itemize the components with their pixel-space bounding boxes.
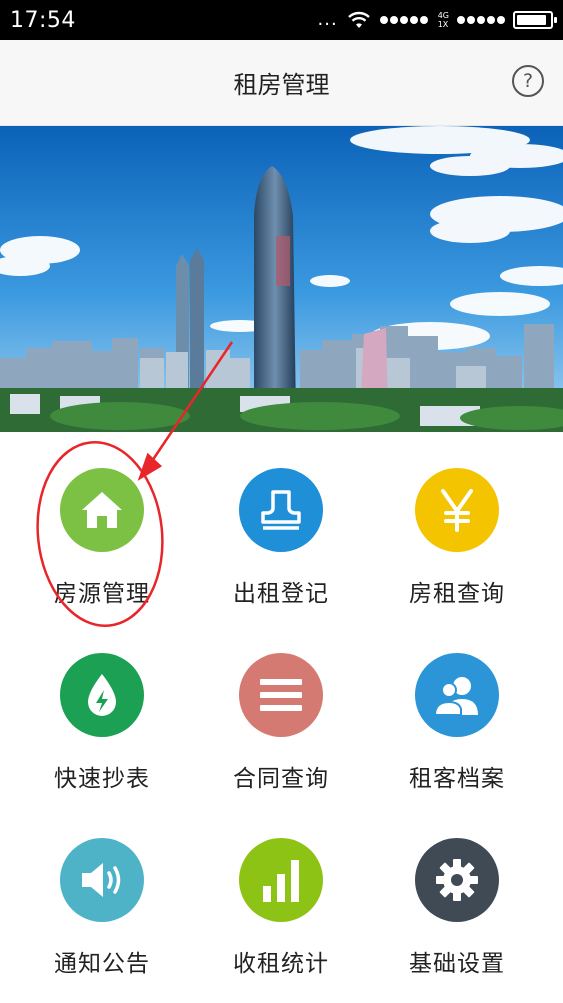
menu-item-label: 租客档案	[409, 766, 505, 792]
meter-drop-icon	[60, 653, 144, 737]
help-icon: ?	[522, 70, 534, 92]
battery-fill	[517, 15, 546, 25]
home-icon	[60, 468, 144, 552]
more-dots-icon: ...	[317, 9, 338, 30]
status-bar: 17:54 ... 4G 1X	[0, 0, 563, 40]
signal-strength-icon-2	[457, 16, 505, 24]
menu-item-label: 通知公告	[54, 951, 150, 977]
speaker-icon	[60, 838, 144, 922]
gear-icon	[415, 838, 499, 922]
menu-item-label: 收租统计	[233, 951, 329, 977]
users-icon	[415, 653, 499, 737]
battery-icon	[513, 11, 557, 29]
network-type: 4G 1X	[438, 11, 449, 29]
menu-item-basic-settings[interactable]: 基础设置	[363, 802, 551, 988]
help-button[interactable]: ?	[512, 65, 544, 97]
stamp-icon	[239, 468, 323, 552]
menu-item-label: 合同查询	[233, 766, 329, 792]
app-header: 租房管理 ?	[0, 40, 563, 126]
bar-chart-icon	[239, 838, 323, 922]
menu-item-rent-query[interactable]: 房租查询	[363, 432, 551, 618]
status-icons: ... 4G 1X	[317, 9, 557, 30]
menu-item-rent-statistics[interactable]: 收租统计	[187, 802, 375, 988]
menu-item-label: 出租登记	[233, 581, 329, 607]
banner-image	[0, 126, 563, 432]
network-1x-label: 1X	[437, 20, 449, 29]
page-title: 租房管理	[233, 71, 330, 99]
menu-item-label: 房租查询	[409, 581, 505, 607]
menu-item-label: 基础设置	[409, 951, 505, 977]
menu-item-tenant-files[interactable]: 租客档案	[363, 617, 551, 803]
menu-item-label: 房源管理	[54, 581, 150, 607]
city-skyline-image	[0, 126, 563, 432]
status-time: 17:54	[10, 7, 76, 33]
network-4g-label: 4G	[437, 11, 449, 20]
menu-item-contract-query[interactable]: 合同查询	[187, 617, 375, 803]
signal-strength-icon	[379, 16, 428, 24]
menu-item-notices[interactable]: 通知公告	[8, 802, 196, 988]
menu-item-house-management[interactable]: 房源管理	[8, 432, 196, 618]
menu-item-label: 快速抄表	[54, 766, 150, 792]
yen-icon	[415, 468, 499, 552]
list-icon	[239, 653, 323, 737]
wifi-icon	[347, 11, 370, 28]
menu-grid: 房源管理 出租登记 房租查询 快速抄表 合同查询 租客档案 通知公告 收租统计 …	[0, 432, 563, 992]
menu-item-quick-meter-reading[interactable]: 快速抄表	[8, 617, 196, 803]
menu-item-rental-registration[interactable]: 出租登记	[187, 432, 375, 618]
